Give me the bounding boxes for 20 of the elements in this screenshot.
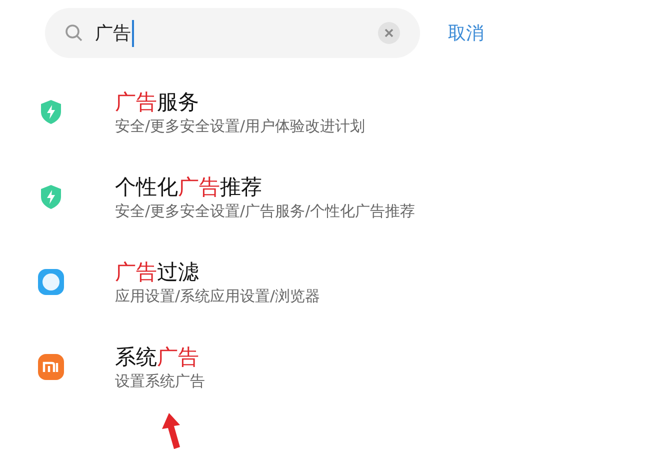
search-field[interactable]: 广告 xyxy=(45,8,420,58)
cancel-button[interactable]: 取消 xyxy=(448,20,484,46)
result-path: 安全/更多安全设置/用户体验改进计划 xyxy=(115,116,366,136)
result-item[interactable]: 个性化广告推荐 安全/更多安全设置/广告服务/个性化广告推荐 xyxy=(0,173,648,221)
app-icon xyxy=(38,269,64,295)
result-path: 安全/更多安全设置/广告服务/个性化广告推荐 xyxy=(115,201,416,221)
clear-icon[interactable] xyxy=(378,22,400,44)
result-item[interactable]: 广告服务 安全/更多安全设置/用户体验改进计划 xyxy=(0,88,648,136)
result-path: 应用设置/系统应用设置/浏览器 xyxy=(115,286,320,306)
result-item[interactable]: 广告过滤 应用设置/系统应用设置/浏览器 xyxy=(0,258,648,306)
result-title: 系统广告 xyxy=(115,344,200,371)
result-title: 广告过滤 xyxy=(115,259,200,286)
shield-icon xyxy=(38,184,62,210)
result-title: 个性化广告推荐 xyxy=(115,174,263,201)
result-title: 广告服务 xyxy=(115,89,200,116)
shield-icon xyxy=(38,99,62,125)
logo-icon xyxy=(38,354,64,380)
result-item[interactable]: 系统广告 设置系统广告 xyxy=(0,343,648,391)
search-icon xyxy=(65,24,83,42)
result-path: 设置系统广告 xyxy=(115,371,205,391)
